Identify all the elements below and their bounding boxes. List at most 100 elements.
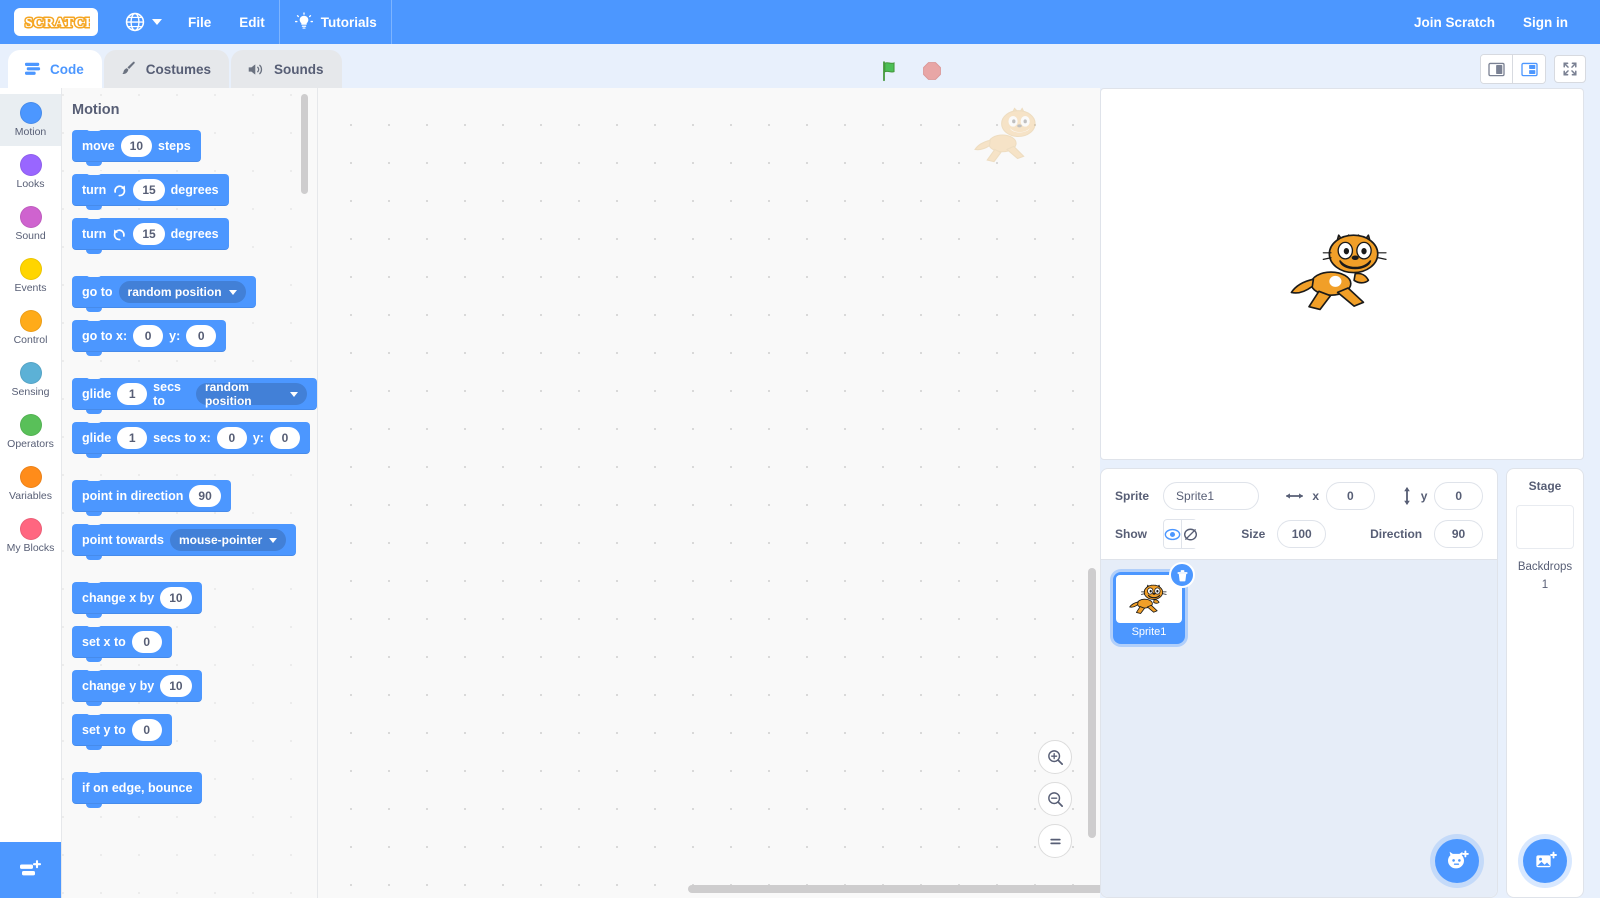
category-events[interactable]: Events <box>0 250 61 302</box>
large-stage-button[interactable] <box>1513 55 1545 83</box>
block-change-x-input[interactable]: 10 <box>160 587 192 609</box>
block-set-x-input[interactable]: 0 <box>131 631 162 653</box>
tab-sounds-label: Sounds <box>274 61 324 77</box>
block-palette[interactable]: Motion move 10 steps turn 15 degrees tur… <box>62 88 318 898</box>
block-go-to-xy[interactable]: go to x: 0 y: 0 <box>72 317 227 356</box>
chevron-down-icon <box>269 537 278 543</box>
category-operators[interactable]: Operators <box>0 406 61 458</box>
backdrops-count: 1 <box>1541 579 1549 591</box>
category-variables[interactable]: Variables <box>0 458 61 510</box>
horizontal-arrows-icon <box>1286 493 1304 499</box>
paintbrush-icon <box>122 61 135 74</box>
stage-wrapper <box>1100 88 1600 460</box>
stage-canvas[interactable] <box>1100 88 1584 460</box>
editor-body: Motion Looks Sound Events Control Sensin… <box>0 88 1600 898</box>
category-control[interactable]: Control <box>0 302 61 354</box>
show-hidden-button[interactable] <box>1182 519 1198 549</box>
block-move-label: move <box>82 139 115 153</box>
block-turn-right-input[interactable]: 15 <box>133 179 165 201</box>
category-my-blocks[interactable]: My Blocks <box>0 510 61 562</box>
stop-button[interactable] <box>921 60 943 82</box>
category-sound[interactable]: Sound <box>0 198 61 250</box>
add-sprite-button[interactable] <box>1435 839 1479 883</box>
category-sensing[interactable]: Sensing <box>0 354 61 406</box>
palette-group-gap-1 <box>72 262 317 276</box>
stage-sprite-cat[interactable] <box>1287 224 1397 325</box>
scratch-logo[interactable]: SCRATCH SCRATCH <box>0 8 112 36</box>
sensing-color-dot <box>19 362 42 385</box>
language-selector[interactable] <box>112 11 174 33</box>
block-point-in-direction[interactable]: point in direction 90 <box>72 477 231 516</box>
sprite-x-input[interactable]: 0 <box>1326 482 1375 510</box>
tab-costumes[interactable]: Costumes <box>103 50 230 88</box>
code-workspace[interactable] <box>318 88 1100 898</box>
fullscreen-icon <box>1563 62 1577 76</box>
sprite-name-input[interactable]: Sprite1 <box>1163 482 1260 510</box>
sprite-size-input[interactable]: 100 <box>1277 520 1327 548</box>
menu-file[interactable]: File <box>174 0 225 44</box>
sprite-y-input[interactable]: 0 <box>1434 482 1484 510</box>
block-go-to-y-input[interactable]: 0 <box>186 325 217 347</box>
fullscreen-button[interactable] <box>1554 55 1586 83</box>
block-go-to-dropdown[interactable]: random position <box>118 281 246 303</box>
workspace-horizontal-scrollbar[interactable] <box>688 885 1100 893</box>
block-turn-right[interactable]: turn 15 degrees <box>72 171 229 210</box>
green-flag-button[interactable] <box>879 59 903 83</box>
control-color-dot <box>19 310 42 333</box>
tab-sounds[interactable]: Sounds <box>231 50 342 88</box>
category-motion-label: Motion <box>14 126 47 139</box>
workspace-vertical-scrollbar[interactable] <box>1088 568 1096 838</box>
block-turn-left[interactable]: turn 15 degrees <box>72 215 229 254</box>
category-motion[interactable]: Motion <box>0 94 61 146</box>
sign-in-button[interactable]: Sign in <box>1509 0 1582 44</box>
block-set-y-to[interactable]: set y to 0 <box>72 711 172 750</box>
block-move-steps[interactable]: move 10 steps <box>72 127 201 166</box>
join-scratch-button[interactable]: Join Scratch <box>1400 0 1509 44</box>
backdrops-label: Backdrops <box>1517 561 1573 573</box>
stage-selector-pane[interactable]: Stage Backdrops 1 <box>1506 468 1584 898</box>
block-change-y-by[interactable]: change y by 10 <box>72 667 202 706</box>
block-glide-xy-secs-input[interactable]: 1 <box>117 427 148 449</box>
sprite-direction-input[interactable]: 90 <box>1434 520 1483 548</box>
add-backdrop-button[interactable] <box>1523 839 1567 883</box>
palette-scrollbar[interactable] <box>301 94 308 194</box>
block-if-on-edge-bounce[interactable]: if on edge, bounce <box>72 769 203 808</box>
zoom-out-button[interactable] <box>1038 782 1072 816</box>
block-set-x-to[interactable]: set x to 0 <box>72 623 172 662</box>
block-turn-left-input[interactable]: 15 <box>133 223 165 245</box>
menu-tutorials[interactable]: Tutorials <box>280 0 391 44</box>
zoom-in-button[interactable] <box>1038 740 1072 774</box>
block-go-to-dropdown-value: random position <box>127 285 222 299</box>
delete-sprite-button[interactable] <box>1169 562 1195 588</box>
block-glide-x-input[interactable]: 0 <box>216 427 247 449</box>
block-point-towards[interactable]: point towards mouse-pointer <box>72 521 297 560</box>
block-glide-y-input[interactable]: 0 <box>269 427 300 449</box>
sprite-tile-sprite1[interactable]: Sprite1 <box>1113 562 1195 644</box>
stage-backdrop-thumbnail[interactable] <box>1516 505 1574 549</box>
add-extension-button[interactable] <box>0 842 61 898</box>
menu-edit[interactable]: Edit <box>225 0 279 44</box>
block-set-y-input[interactable]: 0 <box>131 719 162 741</box>
block-point-direction-input[interactable]: 90 <box>189 485 221 507</box>
block-point-towards-dropdown[interactable]: mouse-pointer <box>169 529 287 551</box>
block-glide-xy[interactable]: glide 1 secs to x: 0 y: 0 <box>72 419 310 458</box>
zoom-reset-button[interactable] <box>1038 824 1072 858</box>
block-go-to-x-input[interactable]: 0 <box>133 325 164 347</box>
block-go-to[interactable]: go to random position <box>72 273 256 312</box>
show-visible-button[interactable] <box>1163 519 1182 549</box>
sprite-name-label: Sprite <box>1115 489 1150 503</box>
block-glide-dropdown[interactable]: random position <box>195 380 307 408</box>
category-looks[interactable]: Looks <box>0 146 61 198</box>
sound-color-dot <box>19 206 42 229</box>
small-stage-button[interactable] <box>1481 55 1513 83</box>
category-events-label: Events <box>14 282 47 295</box>
block-change-y-input[interactable]: 10 <box>160 675 192 697</box>
block-glide-secs-input[interactable]: 1 <box>117 383 148 405</box>
x-label: x <box>1312 489 1320 503</box>
block-change-x-by[interactable]: change x by 10 <box>72 579 202 618</box>
block-move-steps-input[interactable]: 10 <box>120 135 153 157</box>
editor-tabs: Code Costumes Sounds <box>0 50 342 88</box>
tab-code[interactable]: Code <box>8 50 102 88</box>
block-glide-to[interactable]: glide 1 secs to random position <box>72 375 317 414</box>
category-list: Motion Looks Sound Events Control Sensin… <box>0 88 61 842</box>
